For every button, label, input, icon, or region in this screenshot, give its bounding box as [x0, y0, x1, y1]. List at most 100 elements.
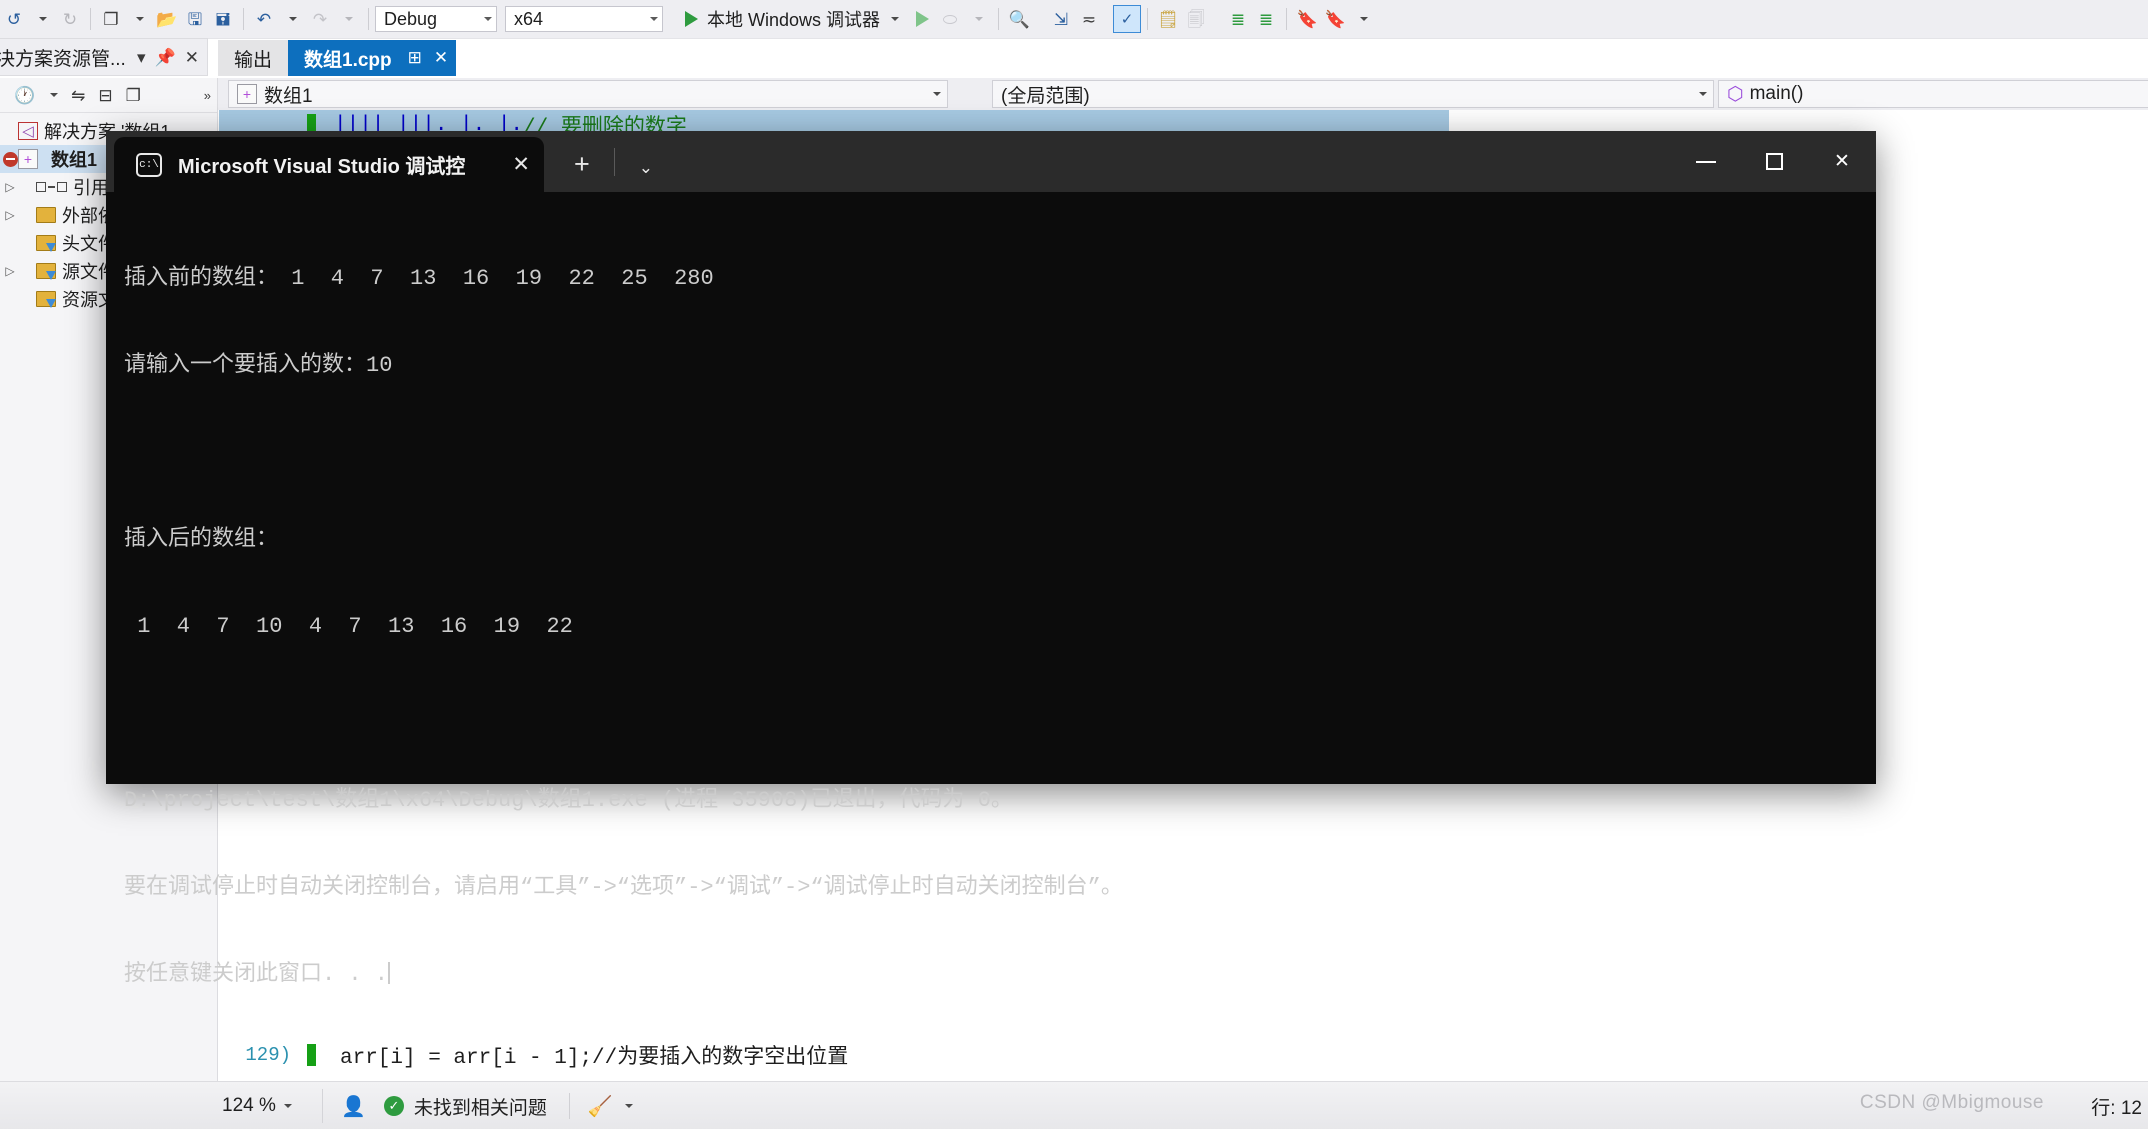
indent-icon[interactable]: ≣: [1224, 4, 1252, 34]
plus-icon[interactable]: +: [574, 151, 590, 178]
toolbar-group-file: ❐ 📂 🖫 🖬: [97, 0, 237, 38]
code-cleanup-control[interactable]: 🧹: [588, 1094, 633, 1119]
overflow-icon[interactable]: »: [204, 89, 217, 102]
broom-icon: 🧹: [588, 1094, 613, 1119]
bookmark-dropdown-icon[interactable]: [1349, 4, 1377, 34]
console-line: 请输入一个要插入的数：10: [124, 351, 1876, 380]
console-line-with-cursor: 按任意键关闭此窗口. . .: [124, 960, 1876, 989]
twisty[interactable]: ▷: [2, 264, 18, 278]
start-debugging-dropdown-icon[interactable]: [880, 4, 908, 34]
navbar-project-combo[interactable]: + 数组1: [228, 80, 948, 108]
chevron-down-icon: [650, 17, 658, 21]
history-icon[interactable]: 🕐: [14, 87, 35, 104]
new-project-icon[interactable]: ❐: [97, 4, 125, 34]
debug-console-window[interactable]: c:\ Microsoft Visual Studio 调试控 ✕ + ⌄ ✕ …: [106, 131, 1876, 784]
solution-platform-combo[interactable]: x64: [505, 6, 663, 32]
step-over-icon[interactable]: ≂: [1075, 4, 1103, 34]
start-debugging-label[interactable]: 本地 Windows 调试器: [707, 6, 880, 32]
pin-icon[interactable]: ⊞: [408, 48, 422, 68]
undo-arrow-icon[interactable]: ↶: [250, 4, 278, 34]
navbar-member-combo[interactable]: ⬡ main(): [1718, 80, 2148, 108]
toolbar-group-undoredo: ↶ ↷: [250, 0, 362, 38]
attach-process-icon[interactable]: ⬭: [936, 4, 964, 34]
start-debugging-icon[interactable]: [677, 4, 705, 34]
solution-icon: ◁: [18, 122, 38, 140]
error-badge: [2, 152, 18, 167]
save-icon[interactable]: 🖫: [181, 4, 209, 34]
console-titlebar[interactable]: c:\ Microsoft Visual Studio 调试控 ✕ + ⌄ ✕: [106, 131, 1876, 192]
chevron-down-icon: [933, 92, 941, 96]
console-output[interactable]: 插入前的数组： 1 4 7 13 16 19 22 25 280 请输入一个要插…: [106, 192, 1876, 1047]
undo-dropdown-icon[interactable]: [28, 4, 56, 34]
twisty[interactable]: ▷: [2, 208, 18, 222]
bookmark-icon[interactable]: 🔖: [1293, 4, 1321, 34]
redo-arrow-icon[interactable]: ↷: [306, 4, 334, 34]
console-line: 要在调试停止时自动关闭控制台，请启用“工具”->“选项”->“调试”->“调试停…: [124, 873, 1876, 902]
chevron-down-icon: [284, 1104, 292, 1108]
toolbar-divider: [90, 8, 91, 30]
error-icon: [3, 152, 18, 167]
issues-indicator[interactable]: ✓ 未找到相关问题: [384, 1093, 547, 1120]
editor-navigation-bar: 索解决方案资源管理 + 数组1 (全局范围) ⬡ main(): [0, 78, 2148, 110]
solution-configuration-value: Debug: [384, 9, 437, 30]
outdent-icon[interactable]: ≣: [1252, 4, 1280, 34]
save-all-icon[interactable]: 🖬: [209, 4, 237, 34]
chevron-down-icon[interactable]: ▾: [137, 49, 146, 66]
collapse-all-icon[interactable]: ⊟: [98, 87, 112, 104]
external-deps-icon: [36, 207, 56, 223]
intellicode-indicator[interactable]: 👤: [341, 1094, 366, 1119]
undo-icon[interactable]: ↺: [0, 4, 28, 34]
attach-dropdown-icon[interactable]: [964, 4, 992, 34]
references-icon: [36, 182, 67, 192]
checkbox-checked-icon[interactable]: ✓: [1113, 5, 1141, 33]
text-cursor: [388, 962, 390, 984]
console-tab[interactable]: c:\ Microsoft Visual Studio 调试控 ✕: [114, 137, 544, 192]
redo-icon[interactable]: ↻: [56, 4, 84, 34]
find-icon[interactable]: 🔍: [1005, 4, 1033, 34]
status-bar-right: 行: 12: [2091, 1093, 2148, 1120]
open-file-icon[interactable]: 📂: [153, 4, 181, 34]
minimize-icon[interactable]: [1672, 131, 1740, 192]
twisty[interactable]: ▷: [2, 180, 18, 194]
console-line: 插入后的数组：: [124, 525, 1876, 554]
navbar-project-value: 数组1: [264, 81, 313, 108]
watermark: CSDN @Mbigmouse: [1860, 1092, 2044, 1114]
chevron-down-icon[interactable]: [50, 93, 58, 97]
status-bar: 124 % 👤 ✓ 未找到相关问题 🧹 行: 12: [0, 1081, 2148, 1129]
intellicode-icon: 👤: [341, 1094, 366, 1119]
pin-icon[interactable]: 📌: [155, 49, 176, 66]
close-icon[interactable]: ✕: [185, 49, 199, 66]
maximize-icon[interactable]: [1740, 131, 1808, 192]
chevron-down-icon[interactable]: ⌄: [639, 159, 653, 176]
solution-explorer-title: 决方案资源管...: [0, 44, 126, 71]
tab-actions: ⊞ ✕: [408, 48, 449, 68]
zoom-control[interactable]: 124 %: [222, 1089, 323, 1123]
new-project-dropdown-icon[interactable]: [125, 4, 153, 34]
undo-arrow-dropdown-icon[interactable]: [278, 4, 306, 34]
change-marker-icon: [307, 1044, 316, 1066]
step-into-icon[interactable]: ⇲: [1047, 4, 1075, 34]
issues-label: 未找到相关问题: [414, 1093, 547, 1120]
panel-and-tabs-row: 决方案资源管... ▾ 📌 ✕ 输出 数组1.cpp ⊞ ✕: [0, 38, 2148, 78]
sync-icon[interactable]: ⇋: [71, 87, 85, 104]
close-icon[interactable]: ✕: [512, 152, 530, 177]
redo-arrow-dropdown-icon[interactable]: [334, 4, 362, 34]
chevron-down-icon: [625, 1104, 633, 1108]
solution-explorer-header-actions: ▾ 📌 ✕: [137, 49, 207, 66]
tab-output[interactable]: 输出: [218, 40, 288, 76]
filter-folder-icon: [36, 291, 56, 307]
close-icon[interactable]: ✕: [1808, 131, 1876, 192]
uncomment-icon[interactable]: 🗐: [1182, 4, 1210, 34]
close-icon[interactable]: ✕: [434, 48, 448, 68]
bookmark-next-icon[interactable]: 🔖: [1321, 4, 1349, 34]
start-without-debugging-icon[interactable]: [908, 4, 936, 34]
console-line: [124, 699, 1876, 728]
tab-shuzu1-cpp[interactable]: 数组1.cpp ⊞ ✕: [288, 40, 456, 76]
filter-folder-icon: [36, 263, 56, 279]
solution-configuration-combo[interactable]: Debug: [375, 6, 497, 32]
app-root: ↺ ↻ ❐ 📂 🖫 🖬 ↶ ↷ Debug x64: [0, 0, 2148, 1129]
navbar-scope-combo[interactable]: (全局范围): [992, 80, 1714, 108]
comment-icon[interactable]: 🗒: [1154, 4, 1182, 34]
new-window-icon[interactable]: ❐: [126, 87, 141, 104]
console-line: [124, 438, 1876, 467]
